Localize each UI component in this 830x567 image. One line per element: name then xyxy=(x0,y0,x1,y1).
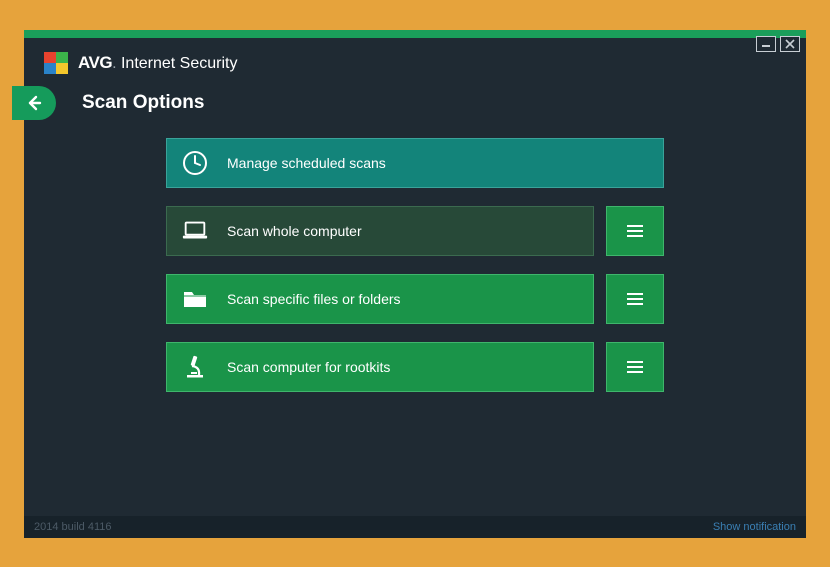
laptop-icon xyxy=(181,217,209,245)
minimize-icon xyxy=(761,40,771,48)
scan-rootkits-button[interactable]: Scan computer for rootkits xyxy=(166,342,594,392)
build-info: 2014 build 4116 xyxy=(34,521,111,533)
brand-text: AVG. Internet Security xyxy=(78,53,237,73)
option-row-manage: Manage scheduled scans xyxy=(166,138,664,188)
subheader: Scan Options xyxy=(24,84,806,132)
back-button[interactable] xyxy=(12,86,56,120)
option-row-rootkits: Scan computer for rootkits xyxy=(166,342,664,392)
app-window: AVG. Internet Security Scan Options xyxy=(24,30,806,538)
whole-label: Scan whole computer xyxy=(227,223,362,239)
window-controls xyxy=(756,36,800,52)
close-button[interactable] xyxy=(780,36,800,52)
footer: 2014 build 4116 Show notification xyxy=(24,516,806,538)
show-notification-link[interactable]: Show notification xyxy=(713,521,796,533)
option-row-whole: Scan whole computer xyxy=(166,206,664,256)
hamburger-icon xyxy=(625,223,645,239)
hamburger-icon xyxy=(625,359,645,375)
manage-label: Manage scheduled scans xyxy=(227,155,386,171)
folder-icon xyxy=(181,285,209,313)
arrow-left-icon xyxy=(24,93,44,113)
scan-rootkits-options-button[interactable] xyxy=(606,342,664,392)
brand-bold: AVG xyxy=(78,53,112,72)
files-label: Scan specific files or folders xyxy=(227,291,401,307)
microscope-icon xyxy=(181,353,209,381)
scan-whole-computer-button[interactable]: Scan whole computer xyxy=(166,206,594,256)
rootkits-label: Scan computer for rootkits xyxy=(227,359,390,375)
scan-files-options-button[interactable] xyxy=(606,274,664,324)
page-title: Scan Options xyxy=(82,92,204,114)
scan-whole-options-button[interactable] xyxy=(606,206,664,256)
avg-logo-icon xyxy=(44,52,68,74)
scan-files-folders-button[interactable]: Scan specific files or folders xyxy=(166,274,594,324)
window-topbar xyxy=(24,30,806,38)
header: AVG. Internet Security xyxy=(24,38,806,84)
brand-rest: Internet Security xyxy=(117,55,238,72)
manage-scheduled-scans-button[interactable]: Manage scheduled scans xyxy=(166,138,664,188)
hamburger-icon xyxy=(625,291,645,307)
minimize-button[interactable] xyxy=(756,36,776,52)
option-row-files: Scan specific files or folders xyxy=(166,274,664,324)
clock-icon xyxy=(181,149,209,177)
close-icon xyxy=(785,39,795,49)
content: Manage scheduled scans Scan whole comput… xyxy=(24,132,806,516)
